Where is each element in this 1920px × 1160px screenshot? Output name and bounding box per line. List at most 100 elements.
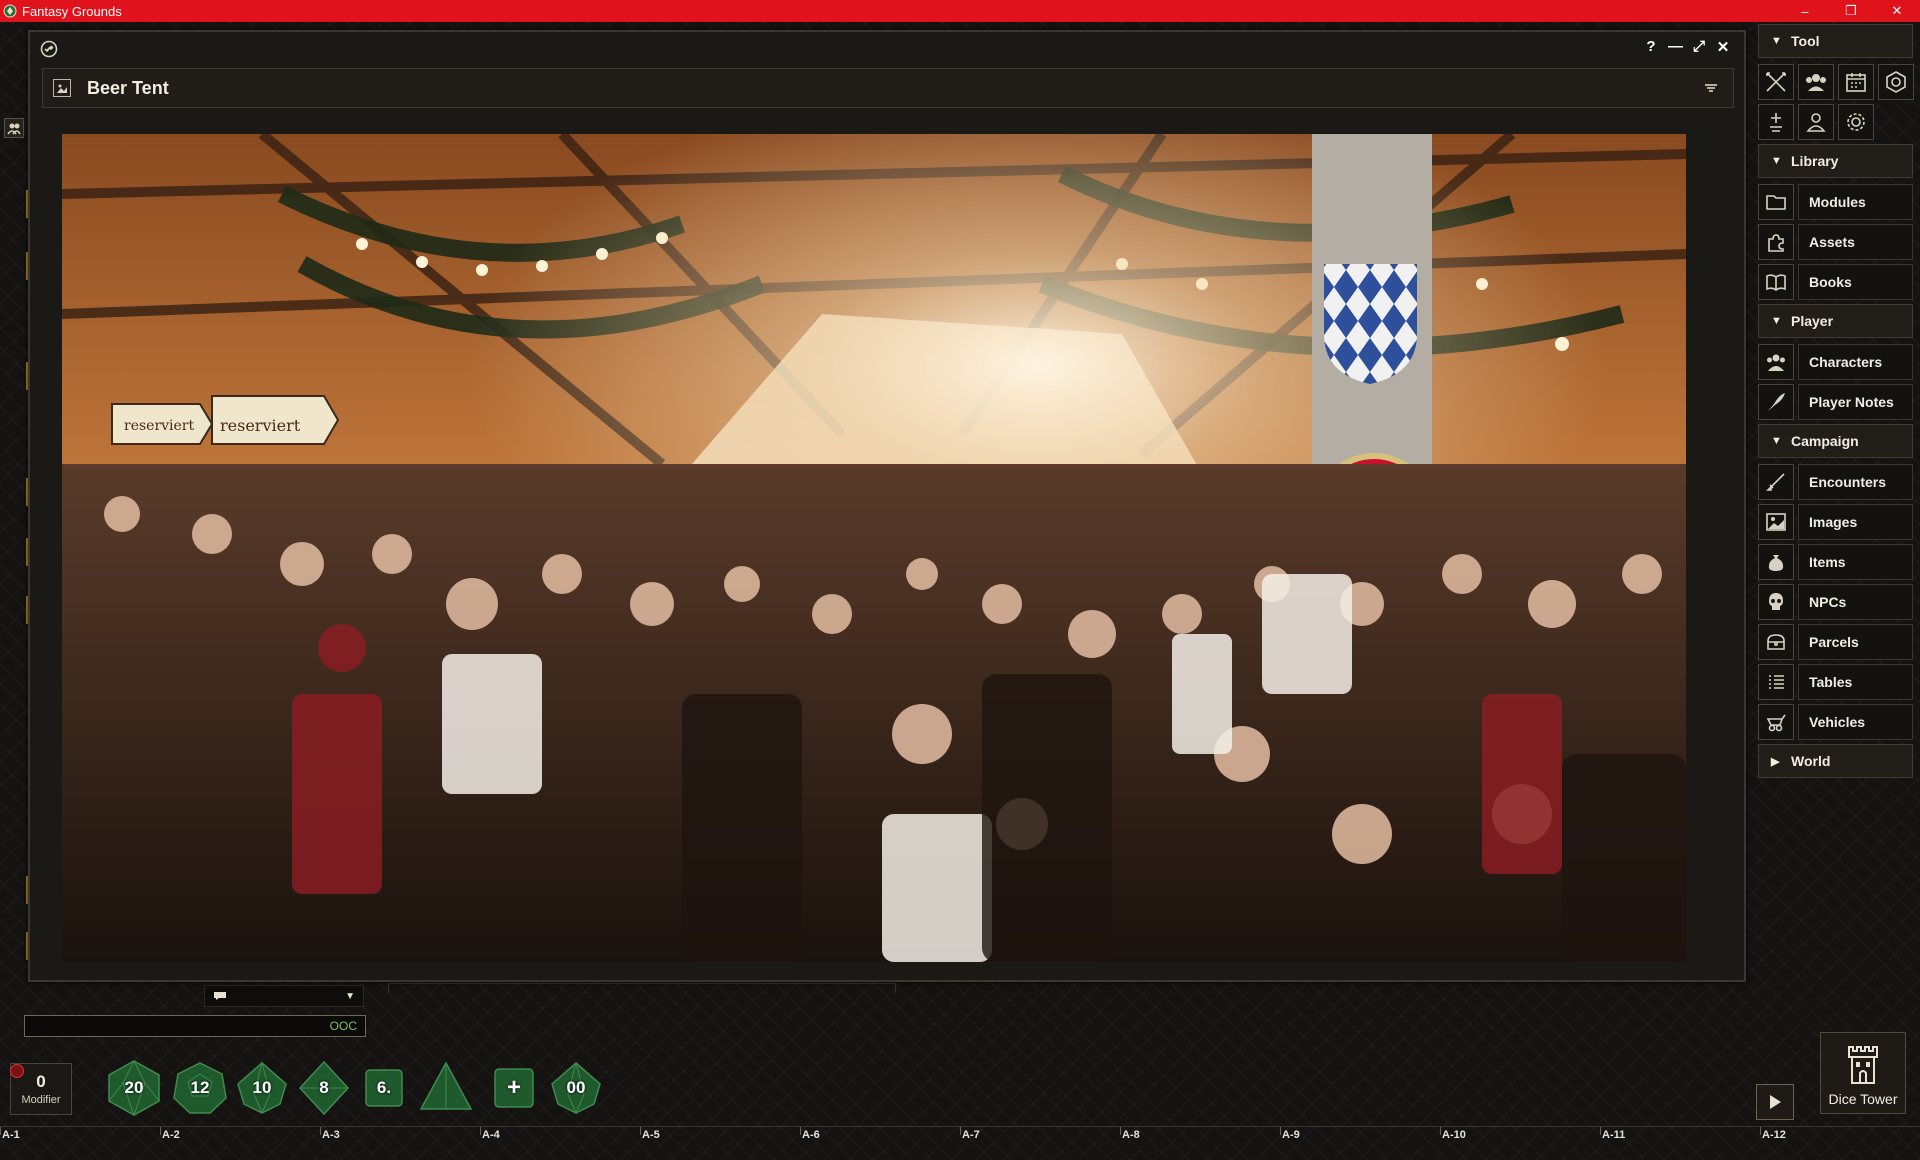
sidebar-item-npcs[interactable]: NPCs bbox=[1758, 584, 1913, 620]
d100-label: 00 bbox=[566, 1078, 586, 1097]
grid-ruler: A-1 A-2 A-3 A-4 A-5 A-6 A-7 A-8 A-9 A-10… bbox=[0, 1126, 1920, 1160]
grid-tick bbox=[320, 1127, 321, 1135]
sidebar-item-label: Parcels bbox=[1798, 624, 1913, 660]
dice-tower-label: Dice Tower bbox=[1828, 1091, 1898, 1107]
sidebar-item-parcels[interactable]: Parcels bbox=[1758, 624, 1913, 660]
speech-icon bbox=[214, 992, 226, 1000]
chat-mode-select[interactable]: ▼ bbox=[204, 985, 364, 1007]
grid-tick bbox=[160, 1127, 161, 1135]
grid-tick bbox=[800, 1127, 801, 1135]
sidebar-header-tool[interactable]: ▼ Tool bbox=[1758, 24, 1913, 58]
combat-tracker-icon[interactable] bbox=[1758, 64, 1794, 100]
light-icon[interactable] bbox=[1758, 104, 1794, 140]
sidebar-item-encounters[interactable]: Encounters bbox=[1758, 464, 1913, 500]
sidebar-item-label: Player Notes bbox=[1798, 384, 1913, 420]
effects-icon[interactable] bbox=[1878, 64, 1914, 100]
os-titlebar: Fantasy Grounds – ❐ ✕ bbox=[0, 0, 1920, 22]
grid-label: A-8 bbox=[1122, 1129, 1140, 1141]
tower-icon bbox=[1848, 1046, 1878, 1084]
d12-die[interactable]: 12 bbox=[170, 1058, 230, 1118]
play-icon bbox=[1770, 1095, 1781, 1109]
image-icon bbox=[1758, 504, 1794, 540]
sidebar-header-player[interactable]: ▼ Player bbox=[1758, 304, 1913, 338]
folder-icon bbox=[1758, 184, 1794, 220]
triangle-down-icon: ▼ bbox=[1771, 315, 1782, 327]
sidebar-header-world[interactable]: ▶ World bbox=[1758, 744, 1913, 778]
sidebar-header-label: Tool bbox=[1791, 33, 1820, 49]
help-button[interactable]: ? bbox=[1644, 38, 1658, 56]
sidebar-item-assets[interactable]: Assets bbox=[1758, 224, 1913, 260]
os-restore-button[interactable]: ❐ bbox=[1828, 0, 1874, 22]
sidebar-item-modules[interactable]: Modules bbox=[1758, 184, 1913, 220]
user-icon[interactable] bbox=[1798, 104, 1834, 140]
image-window: ? — ⤢ ✕ Beer Tent reserviert reserviert bbox=[28, 30, 1746, 982]
quill-icon bbox=[1758, 384, 1794, 420]
party-sheet-icon[interactable] bbox=[1798, 64, 1834, 100]
d8-label: 8 bbox=[319, 1078, 329, 1097]
image-canvas[interactable]: reserviert reserviert bbox=[62, 134, 1686, 962]
sidebar-item-images[interactable]: Images bbox=[1758, 504, 1913, 540]
sidebar-item-items[interactable]: Items bbox=[1758, 544, 1913, 580]
grid-tick bbox=[1120, 1127, 1121, 1135]
sidebar-item-tables[interactable]: Tables bbox=[1758, 664, 1913, 700]
d10-die[interactable]: 10 bbox=[232, 1058, 292, 1118]
close-window-button[interactable]: ✕ bbox=[1716, 38, 1730, 56]
window-menu-icon[interactable] bbox=[1703, 82, 1719, 94]
app-logo-icon bbox=[3, 4, 17, 18]
d8-die[interactable]: 8 bbox=[294, 1058, 354, 1118]
custom-die[interactable]: + bbox=[484, 1058, 544, 1118]
minimize-window-button[interactable]: — bbox=[1668, 38, 1683, 56]
sword-icon bbox=[1758, 464, 1794, 500]
chat-input-field[interactable]: OOC bbox=[24, 1015, 366, 1037]
triangle-down-icon: ▼ bbox=[1771, 35, 1782, 47]
sidebar-header-library[interactable]: ▼ Library bbox=[1758, 144, 1913, 178]
d6-die[interactable]: 6. bbox=[354, 1058, 414, 1118]
sidebar-item-characters[interactable]: Characters bbox=[1758, 344, 1913, 380]
grid-label: A-10 bbox=[1442, 1129, 1466, 1141]
window-header: Beer Tent bbox=[42, 68, 1734, 108]
d4-icon bbox=[419, 1061, 473, 1110]
d20-label: 20 bbox=[124, 1078, 144, 1097]
sidebar-item-label: Tables bbox=[1798, 664, 1913, 700]
os-minimize-button[interactable]: – bbox=[1782, 0, 1828, 22]
sidebar-item-player-notes[interactable]: Player Notes bbox=[1758, 384, 1913, 420]
maximize-window-button[interactable]: ⤢ bbox=[1692, 38, 1706, 56]
grid-tick bbox=[1280, 1127, 1281, 1135]
sidebar-item-label: Encounters bbox=[1798, 464, 1913, 500]
bag-icon bbox=[1758, 544, 1794, 580]
sidebar-item-label: Items bbox=[1798, 544, 1913, 580]
cart-icon bbox=[1758, 704, 1794, 740]
sidebar-header-label: Library bbox=[1791, 153, 1839, 169]
grid-label: A-7 bbox=[962, 1129, 980, 1141]
sidebar-header-campaign[interactable]: ▼ Campaign bbox=[1758, 424, 1913, 458]
triangle-down-icon: ▼ bbox=[1771, 435, 1782, 447]
grid-label: A-5 bbox=[642, 1129, 660, 1141]
d20-die[interactable]: 20 bbox=[104, 1058, 164, 1118]
sidebar-item-label: Images bbox=[1798, 504, 1913, 540]
options-icon[interactable] bbox=[1838, 104, 1874, 140]
sidebar-header-label: World bbox=[1791, 753, 1831, 769]
chest-icon bbox=[1758, 624, 1794, 660]
grid-tick bbox=[0, 1127, 1, 1135]
link-icon[interactable] bbox=[40, 40, 58, 58]
dice-tower-button[interactable]: Dice Tower bbox=[1820, 1032, 1906, 1114]
modifier-reset-icon[interactable] bbox=[10, 1064, 24, 1078]
play-button[interactable] bbox=[1756, 1084, 1794, 1120]
sidebar-item-books[interactable]: Books bbox=[1758, 264, 1913, 300]
d4-die[interactable] bbox=[416, 1058, 476, 1118]
triangle-down-icon: ▼ bbox=[1771, 155, 1782, 167]
chat-identity-icon[interactable] bbox=[4, 118, 24, 138]
image-icon bbox=[53, 79, 71, 97]
sidebar-item-vehicles[interactable]: Vehicles bbox=[1758, 704, 1913, 740]
grid-label: A-12 bbox=[1762, 1129, 1786, 1141]
grid-tick bbox=[1440, 1127, 1441, 1135]
grid-tick bbox=[640, 1127, 641, 1135]
calendar-icon[interactable] bbox=[1838, 64, 1874, 100]
os-close-button[interactable]: ✕ bbox=[1874, 0, 1920, 22]
grid-label: A-4 bbox=[482, 1129, 500, 1141]
grid-label: A-1 bbox=[2, 1129, 20, 1141]
chat-frame-edge bbox=[388, 983, 896, 993]
sidebar-item-label: Vehicles bbox=[1798, 704, 1913, 740]
chevron-down-icon: ▼ bbox=[345, 990, 355, 1002]
d100-die[interactable]: 00 bbox=[546, 1058, 606, 1118]
